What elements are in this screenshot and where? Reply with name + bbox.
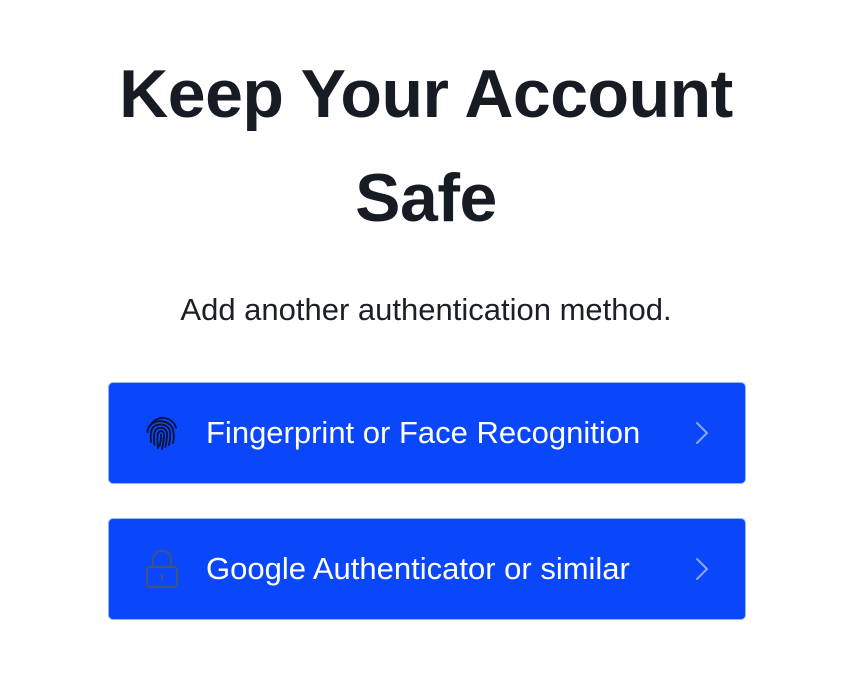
- page-title-line-1: Keep Your Account: [119, 56, 733, 132]
- page-title-line-2: Safe: [355, 160, 497, 236]
- google-authenticator-button[interactable]: Google Authenticator or similar: [108, 518, 746, 620]
- fingerprint-face-recognition-label: Fingerprint or Face Recognition: [206, 415, 641, 450]
- fingerprint-icon: [142, 411, 182, 455]
- page-title: Keep Your Account Safe: [0, 42, 852, 250]
- google-authenticator-label: Google Authenticator or similar: [206, 551, 630, 586]
- chevron-right-icon: [695, 421, 709, 445]
- chevron-right-icon: [695, 557, 709, 581]
- lock-icon: [142, 547, 182, 591]
- page-subtitle: Add another authentication method.: [180, 292, 672, 327]
- auth-method-page: Keep Your Account Safe Add another authe…: [0, 0, 852, 696]
- fingerprint-face-recognition-button[interactable]: Fingerprint or Face Recognition: [108, 382, 746, 484]
